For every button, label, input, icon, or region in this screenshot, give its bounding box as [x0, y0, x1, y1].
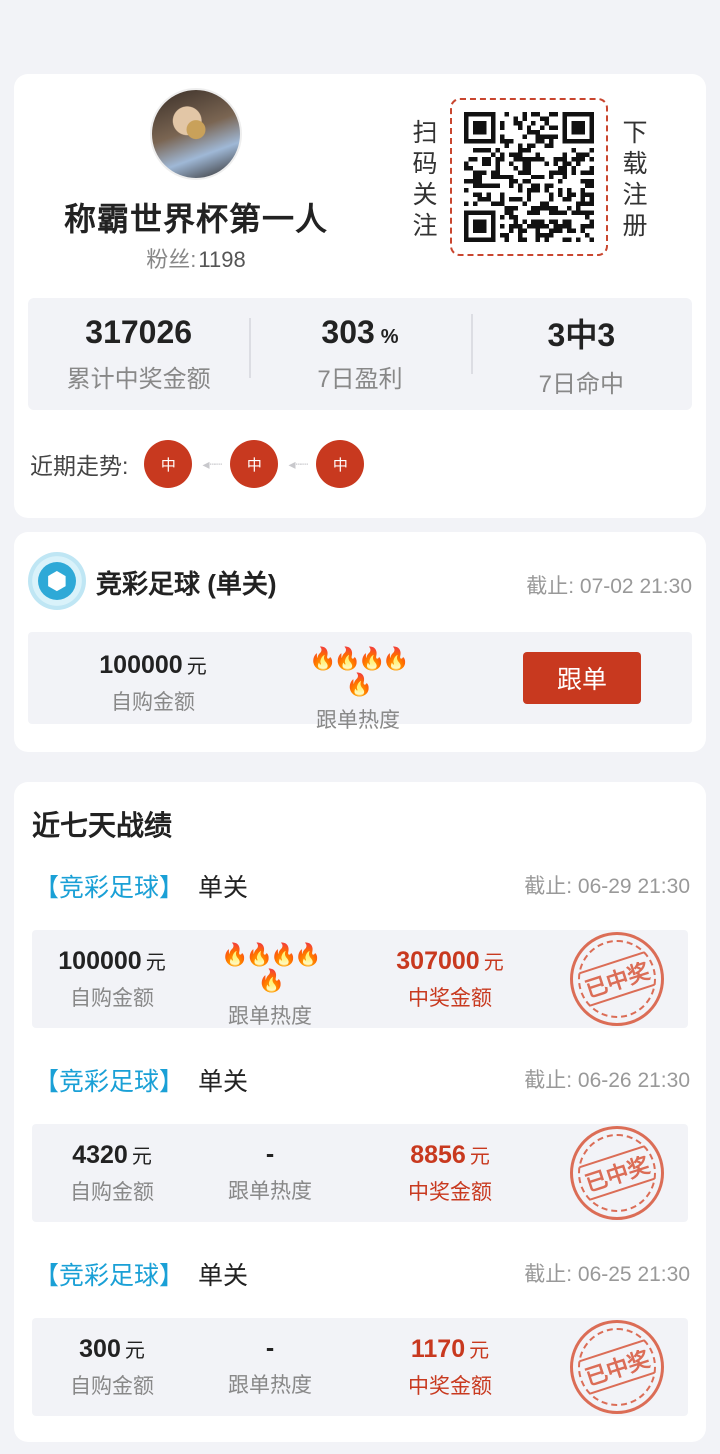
record-item[interactable]: 300 元 自购金额 - 跟单热度 1170 元 中奖金额 已中奖	[32, 1318, 688, 1416]
tip-heat: 🔥🔥🔥🔥🔥 跟单热度	[298, 646, 418, 734]
won-stamp-icon: 已中奖	[570, 932, 664, 1026]
record-type: 单关	[198, 1068, 249, 1096]
record-win: 8856 元 中奖金额	[408, 1141, 492, 1204]
follow-button[interactable]: 跟单	[523, 652, 641, 704]
record-win: 1170 元 中奖金额	[408, 1335, 492, 1398]
trend-hit-badge: 中	[230, 440, 279, 488]
won-stamp-icon: 已中奖	[570, 1320, 664, 1414]
record-amount: 300 元 自购金额	[70, 1335, 154, 1398]
record-category: 【竞彩足球】	[34, 1262, 185, 1290]
record-deadline: 截止: 06-29 21:30	[524, 875, 690, 898]
avatar[interactable]	[150, 88, 242, 180]
trend-label: 近期走势:	[30, 453, 129, 479]
qr-code-icon	[464, 112, 594, 242]
tip-deadline: 截止: 07-02 21:30	[526, 575, 692, 598]
stat-7day-profit: 303% 7日盈利	[249, 314, 470, 394]
recent-trend: 近期走势: 中 ◂┈┈ 中 ◂┈┈ 中	[30, 440, 365, 488]
trend-hit-badge: 中	[144, 440, 193, 488]
record-item[interactable]: 100000 元 自购金额 🔥🔥🔥🔥🔥 跟单热度 307000 元 中奖金额 已中奖	[32, 930, 688, 1028]
fans-number: 1198	[198, 247, 246, 272]
tip-title: 竞彩足球 (单关)	[96, 569, 277, 599]
record-item-header[interactable]: 【竞彩足球】 单关 截止: 06-25 21:30	[34, 1256, 690, 1290]
record-type: 单关	[198, 1262, 249, 1290]
stat-total-win: 317026 累计中奖金额	[66, 314, 211, 393]
record-heat: 🔥🔥🔥🔥🔥 跟单热度	[210, 942, 330, 1030]
stats-panel: 317026 累计中奖金额 303% 7日盈利 3中3 7日命中	[28, 298, 692, 410]
fire-icon: 🔥🔥🔥🔥🔥	[221, 942, 322, 993]
arrow-left-icon: ◂┈┈	[202, 455, 222, 472]
seven-day-record-card: 近七天战绩 【竞彩足球】 单关 截止: 06-29 21:30 100000 元 自…	[14, 782, 706, 1442]
record-category: 【竞彩足球】	[34, 1068, 185, 1096]
record-heat: - 跟单热度	[228, 1334, 312, 1397]
trend-hit-badge: 中	[316, 440, 365, 488]
nickname: 称霸世界杯第一人	[63, 201, 328, 237]
record-deadline: 截止: 06-25 21:30	[524, 1263, 690, 1286]
record-item-header[interactable]: 【竞彩足球】 单关 截止: 06-26 21:30	[34, 1062, 690, 1096]
record-amount: 4320 元 自购金额	[70, 1141, 154, 1204]
current-tip-card[interactable]: ⬢ 竞彩足球 (单关) 截止: 07-02 21:30 100000 元 自购金额…	[14, 532, 706, 752]
tip-summary: 100000 元 自购金额 🔥🔥🔥🔥🔥 跟单热度 跟单	[28, 632, 692, 732]
record-amount: 100000 元 自购金额	[58, 947, 166, 1010]
won-stamp-icon: 已中奖	[570, 1126, 664, 1220]
record-title: 近七天战绩	[32, 810, 173, 841]
football-icon: ⬢	[28, 552, 86, 610]
profile-card: 称霸世界杯第一人 粉丝:1198 扫 码 关 注 下 载 注 册 317026 …	[14, 74, 706, 518]
scan-follow-label: 扫 码 关 注	[412, 119, 438, 240]
fire-icon: 🔥🔥🔥🔥🔥	[309, 646, 410, 697]
stat-7day-hit: 3中3 7日命中	[470, 310, 692, 399]
record-category: 【竞彩足球】	[34, 874, 185, 902]
arrow-left-icon: ◂┈┈	[288, 455, 308, 472]
fans-label: 粉丝:	[146, 247, 197, 272]
qr-code-frame[interactable]	[450, 98, 608, 256]
record-heat: - 跟单热度	[228, 1140, 312, 1203]
record-item[interactable]: 4320 元 自购金额 - 跟单热度 8856 元 中奖金额 已中奖	[32, 1124, 688, 1222]
fans-count: 粉丝:1198	[14, 242, 378, 274]
download-register-label[interactable]: 下 载 注 册	[620, 118, 650, 242]
tip-amount: 100000 元 自购金额	[99, 651, 207, 714]
record-item-header[interactable]: 【竞彩足球】 单关 截止: 06-29 21:30	[34, 868, 690, 902]
record-deadline: 截止: 06-26 21:30	[524, 1069, 690, 1092]
record-win: 307000 元 中奖金额	[396, 947, 504, 1010]
record-type: 单关	[198, 874, 249, 902]
